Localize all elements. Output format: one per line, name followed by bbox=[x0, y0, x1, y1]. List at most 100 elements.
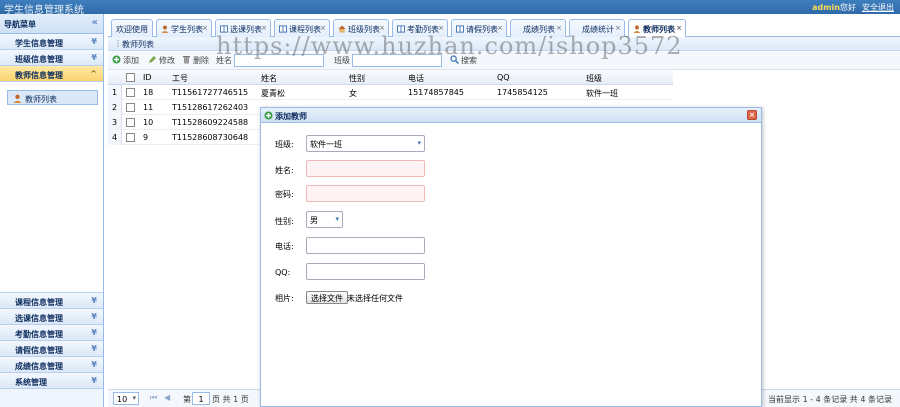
close-icon[interactable]: × bbox=[202, 24, 208, 32]
cell-sex: 女 bbox=[349, 89, 357, 98]
name-input[interactable] bbox=[306, 160, 425, 177]
row-checkbox[interactable] bbox=[126, 103, 135, 112]
dialog-header: 添加教师 × bbox=[261, 108, 761, 123]
cell-number: T11528609224588 bbox=[172, 118, 249, 127]
menu-teacher-info[interactable]: 教师信息管理 ^ bbox=[0, 66, 103, 82]
chevron-down-icon: ▾ bbox=[132, 394, 136, 402]
column-header-sex[interactable]: 性别 bbox=[349, 73, 365, 84]
close-icon[interactable]: × bbox=[556, 24, 562, 32]
sex-select-value: 男 bbox=[310, 216, 318, 225]
menu-teacher-submenu: 教师列表 bbox=[0, 82, 103, 293]
sidebar-item-label: 教师列表 bbox=[25, 95, 57, 104]
close-icon[interactable]: × bbox=[676, 24, 682, 32]
qq-input[interactable] bbox=[306, 263, 425, 280]
add-icon bbox=[112, 55, 121, 66]
menu-class-info[interactable]: 班级信息管理 ¥ bbox=[0, 50, 103, 66]
menu-selection-info[interactable]: 选课信息管理 ¥ bbox=[0, 309, 103, 325]
close-icon[interactable]: × bbox=[747, 110, 757, 120]
phone-input[interactable] bbox=[306, 237, 425, 254]
sidebar-header: 导航菜单 « bbox=[0, 14, 103, 34]
chevron-up-icon: ^ bbox=[90, 69, 97, 78]
close-icon[interactable]: × bbox=[438, 24, 444, 32]
row-number: 4 bbox=[108, 130, 122, 145]
sex-select[interactable]: 男 ▾ bbox=[306, 211, 343, 228]
table-row[interactable]: 1 18 T11561727746515 夏青松 女 15174857845 1… bbox=[108, 85, 673, 100]
column-header-qq[interactable]: QQ bbox=[497, 73, 510, 82]
class-select[interactable]: 软件一班 ▾ bbox=[306, 135, 425, 152]
logout-link[interactable]: 安全退出 bbox=[862, 3, 894, 12]
double-left-chevron-icon[interactable]: « bbox=[92, 17, 98, 28]
name-label: 姓名: bbox=[275, 166, 294, 175]
prev-page-icon[interactable]: ◀ bbox=[164, 393, 170, 402]
close-icon[interactable]: × bbox=[261, 24, 267, 32]
menu-attendance-info[interactable]: 考勤信息管理 ¥ bbox=[0, 325, 103, 341]
cell-number: T11561727746515 bbox=[172, 88, 249, 97]
delete-button[interactable]: 删除 bbox=[182, 55, 209, 66]
tab-student-list[interactable]: 学生列表 × bbox=[156, 19, 212, 37]
column-header-id[interactable]: ID bbox=[143, 73, 152, 82]
no-file-text: 未选择任何文件 bbox=[347, 294, 403, 303]
sidebar: 导航菜单 « 学生信息管理 ¥ 班级信息管理 ¥ 教师信息管理 ^ 教师列表 课程信息… bbox=[0, 14, 104, 407]
close-icon[interactable]: × bbox=[379, 24, 385, 32]
sidebar-title: 导航菜单 bbox=[4, 20, 36, 29]
close-icon[interactable]: × bbox=[497, 24, 503, 32]
phone-label: 电话: bbox=[275, 242, 294, 251]
chevron-down-icon: ¥ bbox=[91, 312, 97, 321]
page-size-select[interactable]: 10 ▾ bbox=[113, 392, 139, 405]
tab-welcome[interactable]: 欢迎使用 bbox=[111, 19, 153, 37]
page-number-input[interactable]: 1 bbox=[192, 392, 210, 405]
column-header-number[interactable]: 工号 bbox=[172, 73, 188, 84]
chevron-down-icon: ¥ bbox=[91, 53, 97, 62]
close-icon[interactable]: × bbox=[615, 24, 621, 32]
menu-label: 课程信息管理 bbox=[15, 298, 63, 307]
chevron-down-icon: ¥ bbox=[91, 360, 97, 369]
row-checkbox[interactable] bbox=[126, 88, 135, 97]
first-page-icon[interactable]: ⏮ bbox=[150, 393, 157, 403]
column-header-name[interactable]: 姓名 bbox=[261, 73, 277, 84]
menu-course-info[interactable]: 课程信息管理 ¥ bbox=[0, 293, 103, 309]
sidebar-item-teacher-list[interactable]: 教师列表 bbox=[7, 90, 98, 105]
cell-id: 18 bbox=[143, 88, 154, 97]
select-all-checkbox[interactable] bbox=[126, 73, 135, 82]
menu-label: 系统管理 bbox=[15, 378, 47, 387]
table-header: ID 工号 姓名 性别 电话 QQ 班级 bbox=[108, 70, 673, 85]
tab-label: 欢迎使用 bbox=[116, 25, 148, 34]
choose-file-button[interactable]: 选择文件 bbox=[306, 291, 348, 304]
add-button[interactable]: 添加 bbox=[112, 55, 139, 66]
password-label: 密码: bbox=[275, 190, 294, 199]
user-name: admin bbox=[812, 3, 840, 12]
menu-system[interactable]: 系统管理 ¥ bbox=[0, 373, 103, 389]
header-user-area: admin您好 安全退出 bbox=[812, 2, 894, 13]
cell-id: 11 bbox=[143, 103, 154, 112]
menu-label: 教师信息管理 bbox=[15, 71, 63, 80]
cell-number: T15128617262403 bbox=[172, 103, 249, 112]
password-input[interactable] bbox=[306, 185, 425, 202]
page-prefix: 第 bbox=[183, 395, 191, 404]
record-info: 当前显示 1 - 4 条记录 共 4 条记录 bbox=[768, 395, 892, 404]
chevron-down-icon: ¥ bbox=[91, 376, 97, 385]
add-teacher-dialog: 添加教师 × 班级: 软件一班 ▾ 姓名: 密码: 性别: 男 ▾ 电话: QQ: … bbox=[260, 107, 762, 407]
cell-phone: 15174857845 bbox=[408, 88, 464, 97]
column-header-phone[interactable]: 电话 bbox=[408, 73, 424, 84]
row-checkbox[interactable] bbox=[126, 118, 135, 127]
chevron-down-icon: ¥ bbox=[91, 296, 97, 305]
app-header: 学生信息管理系统 admin您好 安全退出 bbox=[0, 0, 900, 16]
close-icon[interactable]: × bbox=[320, 24, 326, 32]
grip-icon: ⋮ bbox=[114, 39, 122, 48]
menu-student-info[interactable]: 学生信息管理 ¥ bbox=[0, 34, 103, 50]
menu-label: 请假信息管理 bbox=[15, 346, 63, 355]
column-header-class[interactable]: 班级 bbox=[586, 73, 602, 84]
panel-title-text: 教师列表 bbox=[122, 40, 154, 49]
class-select-value: 软件一班 bbox=[310, 140, 342, 149]
user-icon bbox=[13, 94, 22, 105]
row-checkbox[interactable] bbox=[126, 133, 135, 142]
cell-id: 10 bbox=[143, 118, 154, 127]
row-number: 1 bbox=[108, 85, 122, 100]
pencil-icon bbox=[148, 55, 157, 66]
cell-class: 软件一班 bbox=[586, 89, 618, 98]
menu-leave-info[interactable]: 请假信息管理 ¥ bbox=[0, 341, 103, 357]
trash-icon bbox=[182, 55, 191, 66]
edit-button[interactable]: 修改 bbox=[148, 55, 175, 66]
menu-score-info[interactable]: 成绩信息管理 ¥ bbox=[0, 357, 103, 373]
chevron-down-icon: ¥ bbox=[91, 344, 97, 353]
